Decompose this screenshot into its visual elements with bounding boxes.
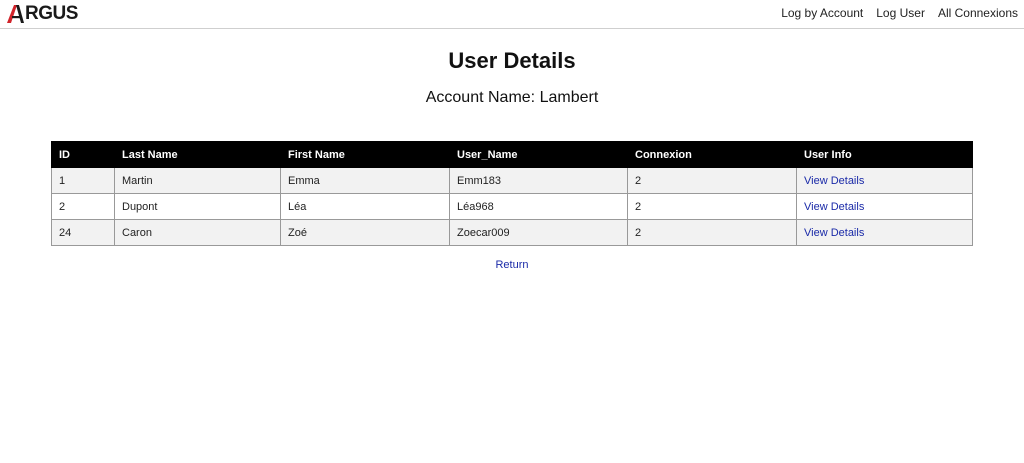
top-navbar: RGUS Log by Account Log User All Connexi… xyxy=(0,0,1024,29)
return-container: Return xyxy=(0,259,1024,271)
cell-user-name: Léa968 xyxy=(449,193,628,220)
cell-first-name: Emma xyxy=(280,167,450,194)
view-details-link[interactable]: View Details xyxy=(804,175,864,187)
cell-id: 2 xyxy=(51,193,115,220)
table-row: 2 Dupont Léa Léa968 2 View Details xyxy=(51,193,973,220)
nav-log-by-account[interactable]: Log by Account xyxy=(781,6,863,20)
cell-connexion: 2 xyxy=(627,167,797,194)
cell-last-name: Martin xyxy=(114,167,281,194)
table-row: 1 Martin Emma Emm183 2 View Details xyxy=(51,167,973,194)
return-link[interactable]: Return xyxy=(495,259,528,271)
cell-connexion: 2 xyxy=(627,193,797,220)
cell-id: 24 xyxy=(51,219,115,246)
column-header-user-name: User_Name xyxy=(449,141,628,168)
cell-user-info: View Details xyxy=(796,219,973,246)
column-header-connexion: Connexion xyxy=(627,141,797,168)
table-body: 1 Martin Emma Emm183 2 View Details 2 Du… xyxy=(51,167,973,246)
top-nav: Log by Account Log User All Connexions xyxy=(781,6,1018,20)
view-details-link[interactable]: View Details xyxy=(804,201,864,213)
logo-a-icon xyxy=(7,5,24,23)
cell-last-name: Dupont xyxy=(114,193,281,220)
cell-connexion: 2 xyxy=(627,219,797,246)
users-table: ID Last Name First Name User_Name Connex… xyxy=(51,141,973,246)
cell-id: 1 xyxy=(51,167,115,194)
logo-text: RGUS xyxy=(25,3,78,24)
cell-first-name: Zoé xyxy=(280,219,450,246)
column-header-id: ID xyxy=(51,141,115,168)
column-header-last-name: Last Name xyxy=(114,141,281,168)
cell-last-name: Caron xyxy=(114,219,281,246)
page-title: User Details xyxy=(448,48,576,73)
view-details-link[interactable]: View Details xyxy=(804,227,864,239)
cell-user-info: View Details xyxy=(796,167,973,194)
cell-first-name: Léa xyxy=(280,193,450,220)
cell-user-name: Emm183 xyxy=(449,167,628,194)
nav-log-user[interactable]: Log User xyxy=(876,6,925,20)
cell-user-info: View Details xyxy=(796,193,973,220)
account-name: Account Name: Lambert xyxy=(425,89,599,106)
table-row: 24 Caron Zoé Zoecar009 2 View Details xyxy=(51,219,973,246)
column-header-first-name: First Name xyxy=(280,141,450,168)
cell-user-name: Zoecar009 xyxy=(449,219,628,246)
table-header: ID Last Name First Name User_Name Connex… xyxy=(51,141,973,168)
argus-logo[interactable]: RGUS xyxy=(7,3,78,25)
column-header-user-info: User Info xyxy=(796,141,973,168)
nav-all-connexions[interactable]: All Connexions xyxy=(938,6,1018,20)
table-header-row: ID Last Name First Name User_Name Connex… xyxy=(51,141,973,168)
